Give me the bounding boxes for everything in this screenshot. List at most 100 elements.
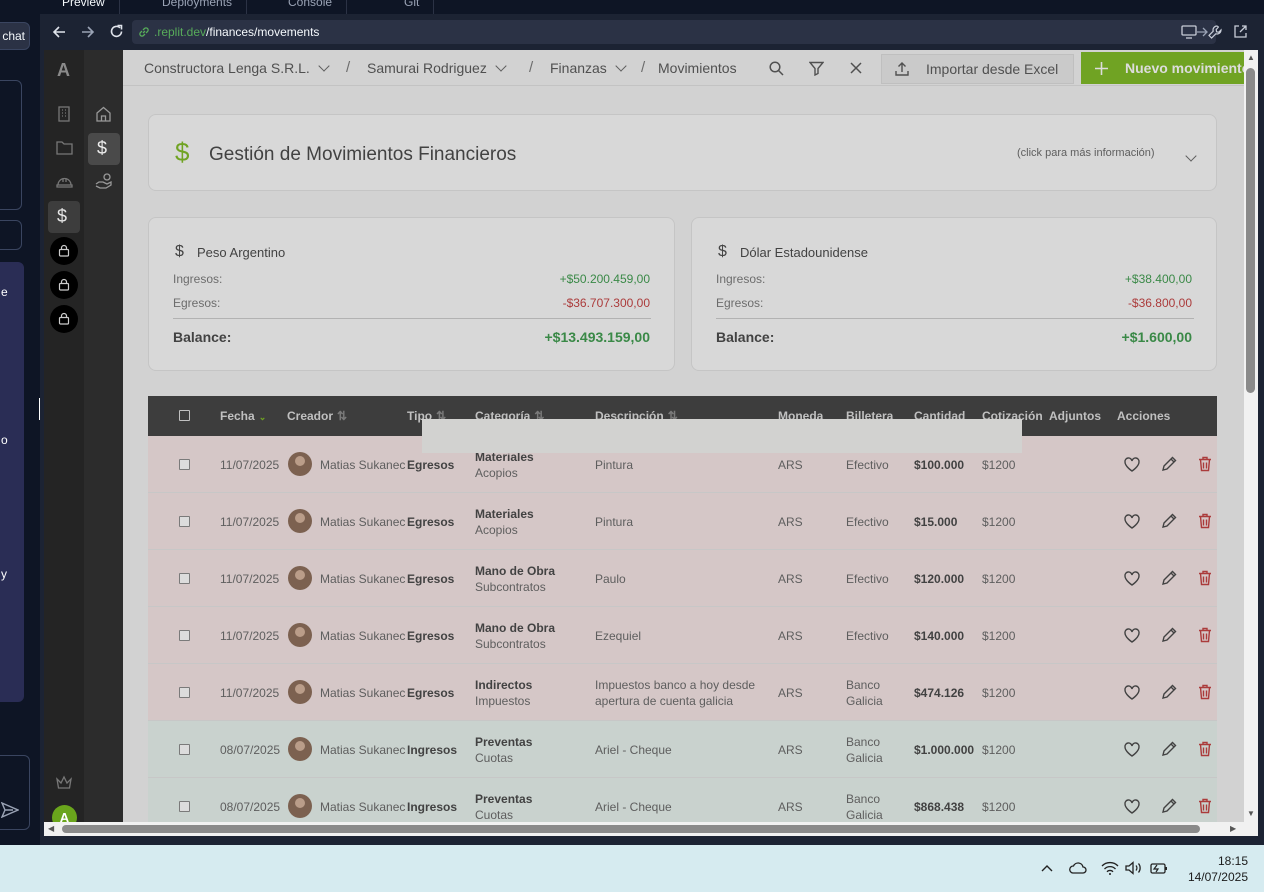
- building-icon[interactable]: [56, 106, 72, 122]
- row-checkbox[interactable]: [179, 687, 190, 698]
- search-icon[interactable]: [769, 61, 784, 76]
- delete-trash-icon[interactable]: [1198, 798, 1216, 816]
- row-checkbox[interactable]: [179, 573, 190, 584]
- row-checkbox[interactable]: [179, 459, 190, 470]
- close-icon[interactable]: [850, 62, 862, 74]
- breadcrumb-company[interactable]: Constructora Lenga S.R.L.: [144, 60, 330, 76]
- favorite-heart-icon[interactable]: [1124, 685, 1142, 703]
- row-checkbox[interactable]: [179, 744, 190, 755]
- delete-trash-icon[interactable]: [1198, 570, 1216, 588]
- import-excel-button[interactable]: Importar desde Excel: [881, 54, 1074, 84]
- vertical-scroll-thumb[interactable]: [1246, 68, 1255, 393]
- table-row[interactable]: 11/07/2025 Matias Sukanec Egresos Mano de O…: [148, 607, 1217, 664]
- crown-icon[interactable]: [55, 775, 73, 791]
- volume-icon[interactable]: [1125, 861, 1143, 875]
- new-movement-button[interactable]: Nuevo movimiento: [1081, 52, 1244, 84]
- horizontal-scroll-thumb[interactable]: [62, 825, 1200, 833]
- column-header-creador[interactable]: Creador ⇅: [287, 409, 347, 423]
- taskbar-clock[interactable]: 18:15 14/07/2025: [1188, 853, 1248, 885]
- chat-text-fragment: o: [1, 433, 8, 447]
- edit-pencil-icon[interactable]: [1161, 627, 1179, 645]
- open-new-tab-icon[interactable]: [1233, 24, 1248, 39]
- cell-type: Egresos: [407, 458, 455, 472]
- favorite-heart-icon[interactable]: [1124, 514, 1142, 532]
- creator-avatar: [288, 623, 312, 647]
- url-field[interactable]: .replit.dev/finances/movements: [132, 20, 1216, 44]
- tab-git[interactable]: Git: [390, 0, 435, 14]
- movements-header-card[interactable]: $ Gestión de Movimientos Financieros (cl…: [148, 114, 1217, 191]
- devtools-wrench-icon[interactable]: [1207, 24, 1223, 40]
- cell-subcategory: Subcontratos: [475, 637, 546, 651]
- row-checkbox[interactable]: [179, 630, 190, 641]
- favorite-heart-icon[interactable]: [1124, 799, 1142, 817]
- summary-expense-value: -$36.800,00: [1127, 296, 1192, 310]
- favorite-heart-icon[interactable]: [1124, 457, 1142, 475]
- home-icon[interactable]: [95, 106, 112, 122]
- lock-icon[interactable]: [50, 237, 78, 265]
- forward-icon[interactable]: [81, 25, 95, 39]
- edit-pencil-icon[interactable]: [1161, 798, 1179, 816]
- favorite-heart-icon[interactable]: [1124, 628, 1142, 646]
- column-header-acciones: Acciones: [1117, 409, 1171, 423]
- breadcrumb-project[interactable]: Samurai Rodriguez: [367, 60, 507, 76]
- favorite-heart-icon[interactable]: [1124, 571, 1142, 589]
- horizontal-scrollbar[interactable]: ◀ ▶: [44, 822, 1258, 836]
- chevron-up-icon[interactable]: [1041, 864, 1053, 872]
- cell-creator: Matias Sukanec: [320, 458, 406, 472]
- cell-currency: ARS: [778, 629, 803, 643]
- table-row[interactable]: 08/07/2025 Matias Sukanec Ingresos Preventa…: [148, 778, 1217, 822]
- lock-icon[interactable]: [50, 271, 78, 299]
- reload-icon[interactable]: [109, 24, 124, 39]
- breadcrumb-section-label: Finanzas: [550, 60, 607, 76]
- delete-trash-icon[interactable]: [1198, 513, 1216, 531]
- tab-console[interactable]: Console: [274, 0, 348, 14]
- tab-deployments[interactable]: Deployments: [148, 0, 248, 14]
- scroll-up-arrow-icon[interactable]: ▲: [1247, 53, 1255, 62]
- select-all-checkbox[interactable]: [179, 410, 190, 421]
- app-logo[interactable]: A: [57, 60, 70, 81]
- hand-coins-icon[interactable]: [95, 172, 113, 190]
- subnav-movements-active[interactable]: $: [88, 133, 120, 165]
- cell-currency: ARS: [778, 800, 803, 814]
- tab-preview[interactable]: Preview: [48, 0, 120, 14]
- wifi-icon[interactable]: [1101, 861, 1119, 875]
- scroll-right-arrow-icon[interactable]: ▶: [1230, 824, 1236, 833]
- delete-trash-icon[interactable]: [1198, 684, 1216, 702]
- edit-pencil-icon[interactable]: [1161, 741, 1179, 759]
- back-icon[interactable]: [52, 25, 66, 39]
- chat-input[interactable]: [0, 755, 30, 830]
- battery-charging-icon[interactable]: [1150, 861, 1168, 875]
- scroll-left-arrow-icon[interactable]: ◀: [48, 824, 54, 833]
- lock-icon[interactable]: [50, 305, 78, 333]
- onedrive-cloud-icon[interactable]: [1069, 862, 1087, 874]
- send-icon[interactable]: [1, 802, 19, 818]
- scroll-down-arrow-icon[interactable]: ▼: [1247, 809, 1255, 818]
- delete-trash-icon[interactable]: [1198, 627, 1216, 645]
- devices-icon[interactable]: [1181, 25, 1197, 39]
- user-avatar[interactable]: A: [52, 805, 77, 822]
- favorite-heart-icon[interactable]: [1124, 742, 1142, 760]
- cell-amount: $100.000: [914, 458, 965, 472]
- row-checkbox[interactable]: [179, 801, 190, 812]
- folder-icon[interactable]: [56, 140, 73, 155]
- edit-pencil-icon[interactable]: [1161, 513, 1179, 531]
- edit-pencil-icon[interactable]: [1161, 456, 1179, 474]
- breadcrumb-section[interactable]: Finanzas: [550, 60, 627, 76]
- table-row[interactable]: 11/07/2025 Matias Sukanec Egresos Mano de O…: [148, 550, 1217, 607]
- hardhat-icon[interactable]: [56, 174, 73, 189]
- edit-pencil-icon[interactable]: [1161, 684, 1179, 702]
- delete-trash-icon[interactable]: [1198, 456, 1216, 474]
- column-header-fecha[interactable]: Fecha ⌄: [220, 409, 266, 423]
- nav-finances-active[interactable]: $: [48, 201, 80, 233]
- filter-icon[interactable]: [809, 61, 824, 76]
- delete-trash-icon[interactable]: [1198, 741, 1216, 759]
- table-row[interactable]: 11/07/2025 Matias Sukanec Egresos Materiale…: [148, 493, 1217, 550]
- replit-tabs-bar: Preview Deployments Console Git: [40, 0, 1264, 14]
- chat-select[interactable]: [0, 220, 22, 250]
- edit-pencil-icon[interactable]: [1161, 570, 1179, 588]
- chat-button[interactable]: chat: [0, 22, 30, 50]
- row-checkbox[interactable]: [179, 516, 190, 527]
- table-row[interactable]: 08/07/2025 Matias Sukanec Ingresos Preventa…: [148, 721, 1217, 778]
- table-row[interactable]: 11/07/2025 Matias Sukanec Egresos Indirecto…: [148, 664, 1217, 721]
- vertical-scrollbar[interactable]: ▲ ▼: [1244, 50, 1258, 822]
